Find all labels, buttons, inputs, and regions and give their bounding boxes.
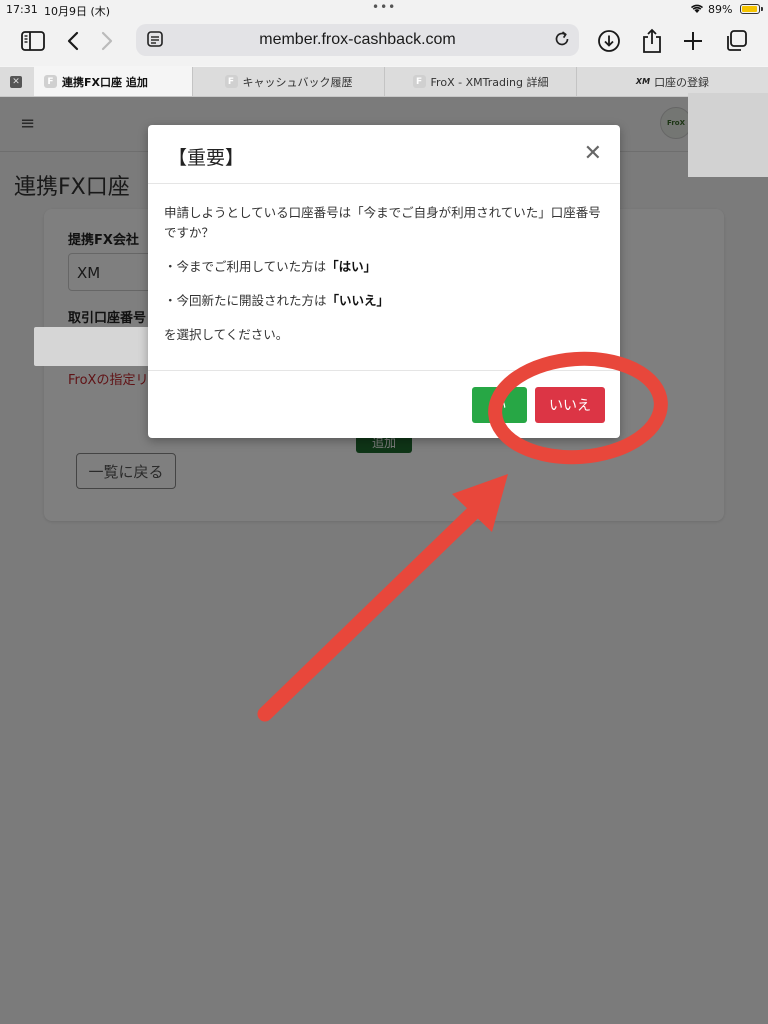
status-bar: 17:31 10月9日 (木) ••• 89% bbox=[0, 0, 768, 20]
tab-fx-account-add[interactable]: F 連携FX口座 追加 bbox=[34, 67, 192, 96]
modal-body: 申請しようとしている口座番号は「今までご自身が利用されていた」口座番号ですか？ … bbox=[164, 203, 604, 345]
frox-favicon-icon: F bbox=[224, 75, 238, 88]
share-icon[interactable] bbox=[637, 26, 667, 56]
xm-favicon-icon: XM bbox=[635, 77, 651, 86]
address-bar[interactable]: member.frox-cashback.com bbox=[136, 24, 579, 56]
redacted-block bbox=[688, 93, 768, 177]
sidebar-icon[interactable] bbox=[18, 26, 48, 56]
battery-icon bbox=[740, 4, 763, 14]
close-icon[interactable]: ✕ bbox=[584, 141, 602, 166]
tab-frox-xmtrading[interactable]: F FroX - XMTrading 詳細 bbox=[384, 67, 576, 96]
new-tab-icon[interactable] bbox=[678, 26, 708, 56]
reload-icon[interactable] bbox=[553, 30, 571, 52]
tab-label: キャッシュバック履歴 bbox=[242, 75, 353, 89]
modal-title: 【重要】 bbox=[168, 147, 245, 169]
browser-toolbar: member.frox-cashback.com bbox=[0, 20, 768, 66]
url-text[interactable]: member.frox-cashback.com bbox=[136, 31, 579, 49]
tabs-overview-icon[interactable] bbox=[721, 26, 751, 56]
modal-line-yes: ・今までご利用していた方は「はい」 bbox=[164, 259, 377, 274]
battery-percent: 89% bbox=[708, 3, 733, 16]
frox-favicon-icon: F bbox=[44, 75, 57, 88]
modal-line-no: ・今回新たに開設された方は「いいえ」 bbox=[164, 293, 390, 308]
frox-favicon-icon: F bbox=[412, 75, 426, 88]
tab-cashback-history[interactable]: F キャッシュバック履歴 bbox=[192, 67, 384, 96]
account-number-field-redacted[interactable] bbox=[34, 327, 155, 366]
status-time: 17:31 bbox=[6, 3, 38, 16]
multitasking-dots-icon[interactable]: ••• bbox=[372, 0, 396, 14]
important-modal: 【重要】 ✕ 申請しようとしている口座番号は「今までご自身が利用されていた」口座… bbox=[148, 125, 620, 438]
no-button[interactable]: いいえ bbox=[535, 387, 605, 423]
modal-header-divider bbox=[148, 183, 620, 184]
close-tab-icon[interactable]: ✕ bbox=[10, 76, 22, 88]
modal-question: 申請しようとしている口座番号は「今までご自身が利用されていた」口座番号ですか？ bbox=[164, 205, 601, 240]
tab-bar: ✕ F 連携FX口座 追加 F キャッシュバック履歴 F FroX - XMTr… bbox=[0, 67, 768, 97]
modal-footer-divider bbox=[148, 370, 620, 371]
tab-label: 連携FX口座 追加 bbox=[62, 75, 148, 89]
back-icon[interactable] bbox=[58, 26, 88, 56]
wifi-icon bbox=[690, 3, 704, 17]
status-date: 10月9日 (木) bbox=[44, 5, 111, 18]
tab-label: 口座の登録 bbox=[654, 75, 710, 89]
yes-button[interactable]: い bbox=[472, 387, 527, 423]
download-icon[interactable] bbox=[594, 26, 624, 56]
modal-instruction: を選択してください。 bbox=[164, 327, 289, 342]
forward-icon[interactable] bbox=[92, 26, 122, 56]
tab-account-registration[interactable]: XM 口座の登録 bbox=[576, 67, 768, 96]
tab-label: FroX - XMTrading 詳細 bbox=[430, 75, 549, 89]
